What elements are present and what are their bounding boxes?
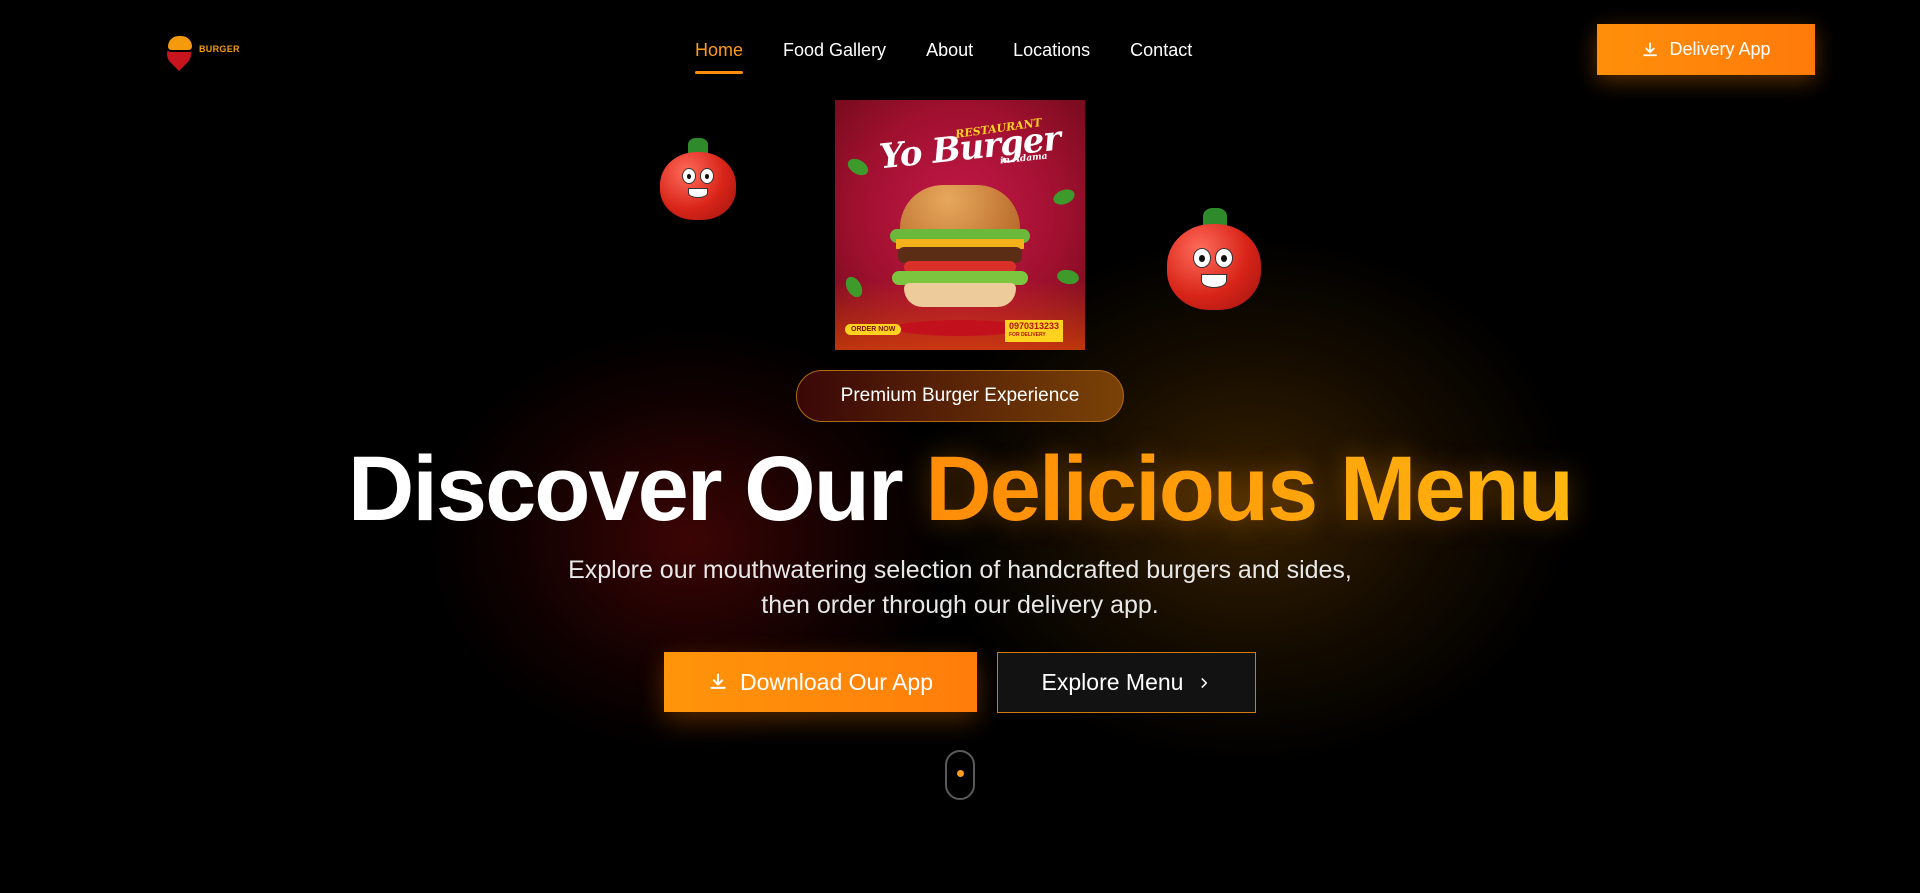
nav-home[interactable]: Home bbox=[695, 38, 744, 74]
scroll-indicator[interactable] bbox=[945, 750, 975, 800]
burger-logo-icon bbox=[162, 32, 196, 71]
poster-title: Yo Burger bbox=[877, 118, 1063, 178]
nav-locations[interactable]: Locations bbox=[1013, 38, 1090, 74]
hero-subtitle: Explore our mouthwatering selection of h… bbox=[568, 556, 1352, 619]
delivery-app-button[interactable]: Delivery App bbox=[1597, 24, 1815, 75]
download-icon bbox=[1641, 41, 1659, 59]
download-app-label: Download Our App bbox=[739, 668, 934, 695]
burger-image bbox=[890, 185, 1030, 315]
site-logo[interactable]: BURGER bbox=[162, 32, 246, 71]
nav-contact[interactable]: Contact bbox=[1130, 38, 1192, 74]
poster-phone-note: FOR DELIVERY bbox=[1009, 332, 1046, 338]
poster-phone: 0970313233 FOR DELIVERY bbox=[1005, 320, 1064, 342]
download-icon bbox=[708, 672, 728, 692]
main-nav: Home Food Gallery About Locations Contac… bbox=[695, 38, 1192, 78]
yo-burger-poster: RESTAURANT Yo Burger in Adama ORDER NOW … bbox=[835, 100, 1085, 350]
tomato-mascot-left bbox=[660, 138, 736, 220]
download-app-button[interactable]: Download Our App bbox=[664, 652, 977, 712]
explore-menu-label: Explore Menu bbox=[1041, 669, 1184, 695]
poster-phone-number: 0970313233 bbox=[1009, 321, 1060, 331]
delivery-app-label: Delivery App bbox=[1669, 39, 1771, 59]
scroll-dot bbox=[957, 770, 964, 777]
premium-badge: Premium Burger Experience bbox=[796, 370, 1124, 422]
chevron-right-icon bbox=[1197, 676, 1211, 690]
headline-plain: Discover Our bbox=[347, 438, 926, 540]
hero-headline: Discover Our Delicious Menu bbox=[0, 437, 1920, 541]
poster-order-label: ORDER NOW bbox=[845, 324, 902, 335]
headline-accent: Delicious Menu bbox=[925, 438, 1574, 540]
explore-menu-button[interactable]: Explore Menu bbox=[997, 652, 1256, 713]
nav-about[interactable]: About bbox=[926, 38, 973, 74]
tomato-mascot-right bbox=[1167, 208, 1261, 310]
logo-text: BURGER bbox=[199, 43, 240, 54]
nav-food-gallery[interactable]: Food Gallery bbox=[783, 38, 886, 74]
